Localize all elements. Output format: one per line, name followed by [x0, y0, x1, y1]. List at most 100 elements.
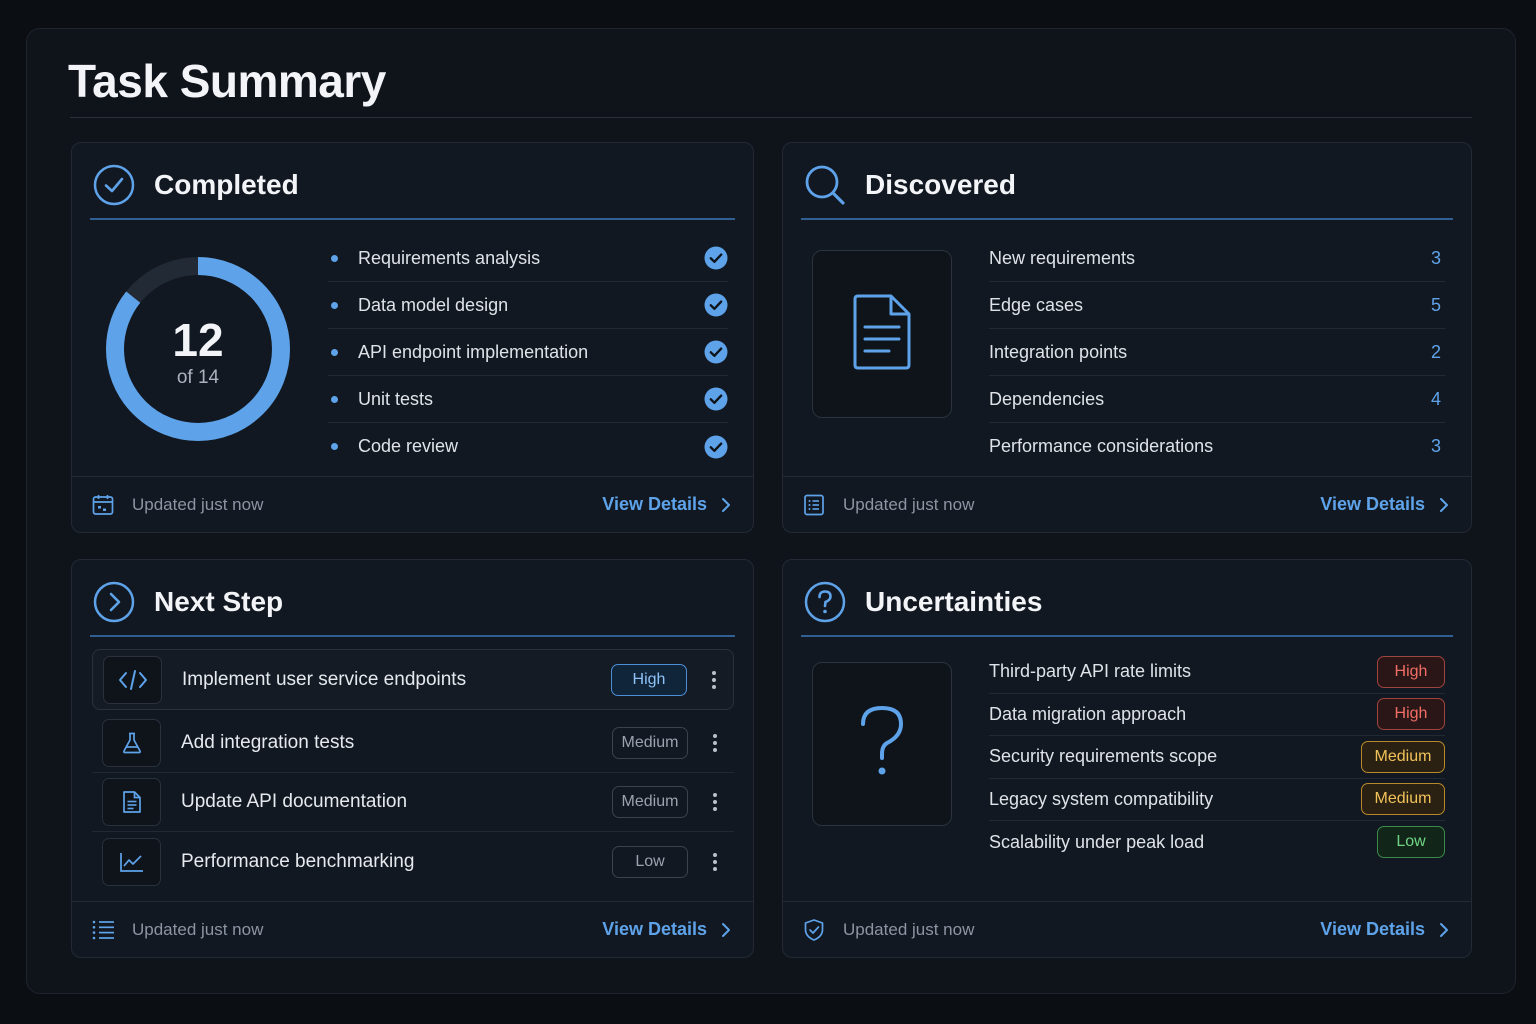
discovered-title: Discovered — [865, 169, 1016, 200]
list-item: Data model design — [328, 282, 728, 329]
discovered-divider — [801, 218, 1453, 220]
next-step-card: Next Step Implement user service endpoin… — [71, 559, 754, 958]
completed-divider — [90, 218, 735, 220]
list-item: Unit tests — [328, 376, 728, 423]
priority-badge: Medium — [612, 786, 688, 818]
item-label: Data model design — [358, 294, 509, 315]
completed-card: Completed 12 of 14 Requirements analysis… — [71, 142, 754, 533]
task-label: Add integration tests — [181, 732, 355, 753]
bullet — [331, 348, 338, 356]
question-circle-icon — [803, 580, 847, 624]
item-label: Scalability under peak load — [989, 831, 1205, 852]
view-details-label: View Details — [602, 494, 707, 514]
chevron-circle-icon — [92, 580, 136, 624]
item-label: API endpoint implementation — [358, 341, 589, 362]
chevron-right-icon — [1439, 920, 1453, 940]
next-step-list: Implement user service endpoints High Ad… — [92, 649, 734, 891]
item-label: New requirements — [989, 247, 1136, 268]
item-label: Performance considerations — [989, 436, 1214, 456]
item-count: 5 — [1430, 294, 1441, 315]
updated-status: Updated just now — [843, 494, 975, 514]
view-details-link[interactable]: View Details — [1320, 494, 1453, 515]
risk-badge: Low — [1377, 826, 1445, 859]
check-badge-icon — [704, 340, 728, 364]
shield-icon — [801, 917, 827, 943]
question-mark-icon — [857, 704, 907, 785]
bullet — [331, 301, 338, 309]
item-count: 2 — [1430, 341, 1441, 362]
item-count: 3 — [1430, 436, 1441, 456]
list-doc-icon — [801, 492, 827, 518]
discovered-card: Discovered New requirements 3 Edge cases 5… — [782, 142, 1472, 533]
next-step-divider — [90, 635, 735, 637]
uncertainties-list: Third-party API rate limits High Data mig… — [989, 651, 1445, 864]
item-label: Data migration approach — [989, 703, 1187, 724]
priority-badge: Low — [612, 845, 688, 878]
item-label: Edge cases — [989, 294, 1084, 315]
view-details-label: View Details — [602, 919, 707, 939]
item-label: Legacy system compatibility — [989, 788, 1214, 809]
list-item: Security requirements scope Medium — [989, 736, 1445, 779]
document-icon — [851, 293, 913, 376]
priority-badge: Medium — [612, 727, 688, 759]
flask-icon — [102, 719, 161, 767]
task-label: Performance benchmarking — [181, 850, 415, 872]
chevron-right-icon — [1439, 495, 1453, 515]
check-badge-icon — [704, 387, 728, 411]
item-label: Unit tests — [358, 388, 434, 409]
chevron-right-icon — [721, 495, 735, 515]
item-label: Requirements analysis — [358, 247, 541, 268]
list-icon — [90, 917, 116, 943]
list-item: Scalability under peak load Low — [989, 821, 1445, 864]
item-label: Code review — [358, 436, 459, 456]
next-step-title: Next Step — [154, 586, 284, 617]
list-item: New requirements 3 — [989, 235, 1445, 282]
check-badge-icon — [704, 293, 728, 317]
list-item: Requirements analysis — [328, 235, 728, 282]
code-icon — [103, 655, 162, 704]
discovered-list: New requirements 3 Edge cases 5 Integratio… — [989, 235, 1445, 470]
check-badge-icon — [704, 435, 728, 458]
item-count: 3 — [1430, 247, 1441, 268]
view-details-link[interactable]: View Details — [602, 919, 735, 940]
task-row[interactable]: Add integration tests Medium — [92, 714, 734, 773]
more-options-icon[interactable] — [700, 852, 730, 872]
list-item: Integration points 2 — [989, 329, 1445, 376]
discovered-footer: Updated just now View Details — [783, 476, 1471, 532]
risk-badge: High — [1377, 655, 1445, 688]
uncertainties-card: Uncertainties Third-party API rate limit… — [782, 559, 1472, 958]
calendar-icon — [90, 492, 116, 518]
view-details-label: View Details — [1320, 494, 1425, 514]
more-options-icon[interactable] — [699, 670, 729, 690]
list-item: Third-party API rate limits High — [989, 651, 1445, 694]
next-step-footer: Updated just now View Details — [72, 901, 753, 957]
list-item: Dependencies 4 — [989, 376, 1445, 423]
title-divider — [70, 117, 1472, 118]
list-item: Data migration approach High — [989, 694, 1445, 736]
updated-status: Updated just now — [132, 919, 264, 939]
task-row[interactable]: Performance benchmarking Low — [92, 832, 734, 891]
view-details-label: View Details — [1320, 919, 1425, 939]
completed-total: of 14 — [176, 367, 220, 388]
view-details-link[interactable]: View Details — [602, 494, 735, 515]
risk-badge: Medium — [1361, 783, 1445, 816]
task-label: Update API documentation — [181, 791, 408, 812]
task-row[interactable]: Update API documentation Medium — [92, 773, 734, 832]
priority-badge: High — [611, 663, 687, 696]
uncertainties-divider — [801, 635, 1453, 637]
list-item: Legacy system compatibility Medium — [989, 779, 1445, 821]
item-label: Integration points — [989, 341, 1128, 362]
item-label: Security requirements scope — [989, 746, 1218, 767]
question-illustration — [812, 662, 952, 826]
more-options-icon[interactable] — [700, 733, 730, 753]
bullet — [331, 395, 338, 403]
check-badge-icon — [704, 246, 728, 270]
view-details-link[interactable]: View Details — [1320, 919, 1453, 940]
uncertainties-title: Uncertainties — [865, 586, 1043, 617]
task-row-active[interactable]: Implement user service endpoints High — [92, 649, 734, 710]
page-title: Task Summary — [68, 55, 386, 107]
document-illustration — [812, 250, 952, 418]
risk-badge: High — [1377, 698, 1445, 731]
more-options-icon[interactable] — [700, 792, 730, 812]
search-icon — [803, 163, 847, 207]
